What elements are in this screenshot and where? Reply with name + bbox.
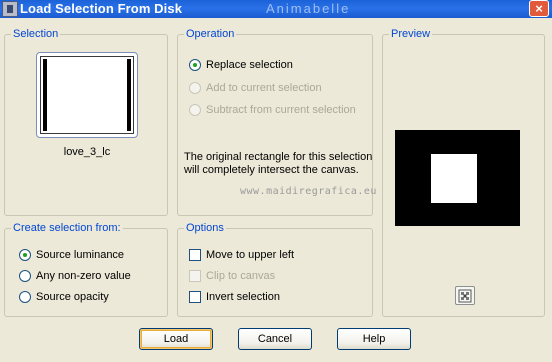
preview-selection-area bbox=[431, 154, 477, 203]
preview-legend: Preview bbox=[389, 28, 433, 41]
radio-subtract-label: Subtract from current selection bbox=[206, 104, 356, 116]
radio-nonzero-label: Any non-zero value bbox=[36, 270, 131, 282]
move-upper-left-label: Move to upper left bbox=[206, 249, 295, 261]
radio-opacity-label: Source opacity bbox=[36, 291, 109, 303]
checkbox-indicator[interactable] bbox=[189, 291, 201, 303]
preview-image bbox=[395, 130, 520, 226]
app-icon bbox=[2, 1, 18, 17]
operation-legend: Operation bbox=[184, 28, 237, 41]
watermark-url: www.maidiregrafica.eu bbox=[240, 186, 377, 197]
intersection-info: The original rectangle for this selectio… bbox=[184, 151, 374, 177]
radio-indicator bbox=[189, 82, 201, 94]
radio-indicator[interactable] bbox=[19, 249, 31, 261]
thumbnail-bar-right bbox=[127, 59, 131, 131]
options-legend: Options bbox=[184, 222, 226, 235]
zoom-preview-icon[interactable] bbox=[455, 286, 475, 305]
cancel-button[interactable]: Cancel bbox=[238, 328, 312, 350]
radio-add-label: Add to current selection bbox=[206, 82, 322, 94]
invert-selection-label: Invert selection bbox=[206, 291, 280, 303]
info-line-1: The original rectangle for this selectio… bbox=[184, 151, 373, 163]
help-button[interactable]: Help bbox=[337, 328, 411, 350]
window-title: Load Selection From Disk bbox=[20, 1, 183, 16]
radio-indicator[interactable] bbox=[19, 291, 31, 303]
checkbox-indicator[interactable] bbox=[189, 249, 201, 261]
radio-indicator[interactable] bbox=[19, 270, 31, 282]
title-bar: Load Selection From Disk Animabelle × bbox=[0, 0, 552, 18]
selection-file-name: love_3_lc bbox=[63, 146, 111, 158]
selection-thumbnail-button[interactable] bbox=[36, 52, 138, 138]
thumbnail-bar-left bbox=[43, 59, 47, 131]
checkbox-indicator bbox=[189, 270, 201, 282]
info-line-2: will completely intersect the canvas. bbox=[184, 164, 359, 176]
radio-replace-label: Replace selection bbox=[206, 59, 293, 71]
load-button[interactable]: Load bbox=[139, 328, 213, 350]
clip-canvas-label: Clip to canvas bbox=[206, 270, 276, 282]
close-button[interactable]: × bbox=[529, 0, 549, 17]
selection-thumbnail-image bbox=[40, 56, 134, 134]
create-from-legend: Create selection from: bbox=[11, 222, 123, 235]
radio-indicator[interactable] bbox=[189, 59, 201, 71]
selection-legend: Selection bbox=[11, 28, 61, 41]
radio-indicator bbox=[189, 104, 201, 116]
watermark-title: Animabelle bbox=[266, 1, 351, 16]
radio-luminance-label: Source luminance bbox=[36, 249, 125, 261]
